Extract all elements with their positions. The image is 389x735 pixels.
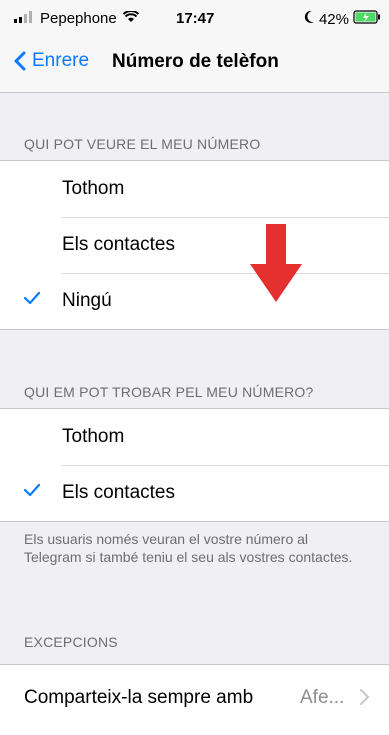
visibility-options: Tothom Els contactes Ningú xyxy=(0,160,389,330)
battery-percent: 42% xyxy=(318,10,349,28)
exception-always-share-row[interactable]: Comparteix-la sempre amb Afe... xyxy=(0,664,389,735)
option-contacts[interactable]: Els contactes xyxy=(0,465,389,521)
chevron-left-icon xyxy=(14,51,26,71)
findability-options: Tothom Els contactes xyxy=(0,408,389,522)
annotation-arrow-icon xyxy=(250,224,302,307)
carrier-label: Pepephone xyxy=(40,10,117,27)
back-label[interactable]: Enrere xyxy=(32,50,89,72)
option-label: Els contactes xyxy=(62,482,175,503)
option-label: Tothom xyxy=(62,426,125,447)
exception-label: Comparteix-la sempre amb xyxy=(24,687,254,708)
page-title: Número de telèfon xyxy=(112,51,279,72)
back-button[interactable]: Enrere xyxy=(14,50,89,72)
navigation-bar: Enrere Número de telèfon xyxy=(0,36,389,93)
exception-value: Afe... xyxy=(300,687,345,708)
status-bar: Pepephone 17:47 42% xyxy=(0,0,389,36)
status-right: 42% xyxy=(303,10,381,28)
signal-icon xyxy=(14,10,34,27)
option-label: Ningú xyxy=(62,290,112,311)
checkmark-icon xyxy=(23,291,41,310)
section-header-exceptions: EXCEPCIONS xyxy=(24,634,118,650)
status-time: 17:47 xyxy=(176,10,215,27)
option-contacts[interactable]: Els contactes xyxy=(0,217,389,273)
chevron-right-icon xyxy=(360,689,369,710)
option-nobody[interactable]: Ningú xyxy=(0,273,389,329)
moon-icon xyxy=(303,10,315,28)
option-label: Els contactes xyxy=(62,234,175,255)
status-left: Pepephone xyxy=(14,10,139,27)
checkmark-icon xyxy=(23,483,41,502)
option-everyone[interactable]: Tothom xyxy=(0,409,389,465)
section-footer-note: Els usuaris només veuran el vostre númer… xyxy=(24,531,353,565)
option-everyone[interactable]: Tothom xyxy=(0,161,389,217)
battery-icon xyxy=(353,10,381,28)
option-label: Tothom xyxy=(62,178,125,199)
section-header-visibility: QUI POT VEURE EL MEU NÚMERO xyxy=(24,136,261,152)
wifi-icon xyxy=(122,10,139,27)
section-header-findability: QUI EM POT TROBAR PEL MEU NÚMERO? xyxy=(24,384,314,400)
